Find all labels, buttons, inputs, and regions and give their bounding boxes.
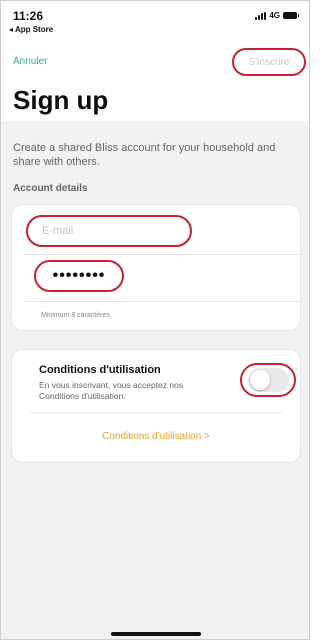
- phone-screen: 11:26 ◂ App Store 4G Annuler S'inscrire …: [0, 0, 310, 640]
- home-indicator[interactable]: [111, 632, 201, 636]
- network-type: 4G: [269, 11, 280, 20]
- divider: [30, 412, 282, 413]
- terms-title: Conditions d'utilisation: [39, 364, 161, 376]
- terms-toggle[interactable]: [248, 368, 289, 392]
- password-hint: Minimum 8 caractères: [41, 312, 110, 319]
- signup-button[interactable]: S'inscrire: [232, 48, 306, 76]
- status-time: 11:26: [13, 9, 44, 23]
- back-to-app-store[interactable]: ◂ App Store: [9, 25, 53, 34]
- battery-icon: [283, 12, 299, 19]
- toggle-knob: [250, 370, 270, 390]
- terms-link[interactable]: Conditions d'utilisation >: [11, 431, 301, 442]
- divider: [24, 254, 300, 255]
- terms-description: En vous inscrivant, vous acceptez nos Co…: [39, 380, 184, 401]
- signal-icon: [255, 11, 267, 20]
- divider: [24, 301, 300, 302]
- password-input[interactable]: ••••••••: [34, 260, 124, 292]
- email-input[interactable]: E-mail: [26, 215, 192, 247]
- cancel-button[interactable]: Annuler: [13, 56, 47, 67]
- intro-text: Create a shared Bliss account for your h…: [13, 142, 276, 168]
- account-details-label: Account details: [13, 183, 88, 194]
- status-indicators: 4G: [255, 11, 299, 20]
- page-title: Sign up: [13, 85, 109, 115]
